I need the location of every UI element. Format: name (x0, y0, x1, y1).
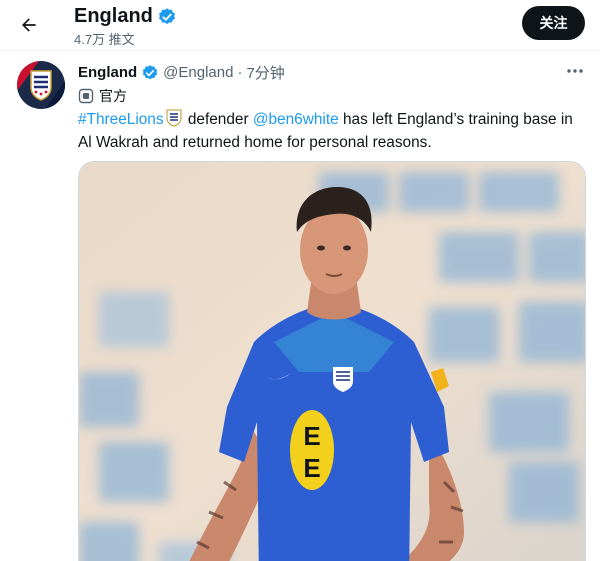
england-crest-emoji (166, 109, 182, 133)
official-label-text: 官方 (99, 88, 127, 104)
hashtag-link[interactable]: #ThreeLions (78, 111, 164, 128)
separator-dot: · (237, 64, 243, 81)
more-horizontal-icon (567, 69, 583, 73)
shirt-sponsor-letter-bottom: E (303, 453, 320, 483)
tweet-text-part1: defender (183, 111, 253, 128)
author-handle[interactable]: @England (163, 64, 233, 81)
arrow-left-icon (22, 18, 36, 32)
header-title: England (74, 5, 153, 27)
tweet-time[interactable]: 7分钟 (246, 62, 284, 83)
tweet-count: 4.7万 推文 (74, 32, 135, 47)
verified-badge-icon (142, 64, 158, 79)
tweet-text: #ThreeLions defender @ben6white has left… (78, 109, 588, 153)
tweet-author-row: England @England · 7分钟 (78, 62, 285, 83)
profile-header: England 4.7万 推文 关注 (0, 0, 600, 51)
follow-button[interactable]: 关注 (522, 6, 585, 40)
avatar[interactable] (17, 61, 65, 109)
header-title-group: England (74, 5, 177, 28)
more-button[interactable] (563, 62, 587, 80)
back-button[interactable] (14, 10, 44, 40)
mention-link[interactable]: @ben6white (253, 111, 339, 128)
official-label: 官方 (78, 86, 127, 106)
tweet-media-photo[interactable]: E E (78, 161, 586, 561)
author-name[interactable]: England (78, 64, 137, 81)
shirt-sponsor-letter-top: E (303, 421, 320, 451)
official-label-icon (78, 88, 94, 104)
verified-badge-icon (158, 7, 175, 24)
